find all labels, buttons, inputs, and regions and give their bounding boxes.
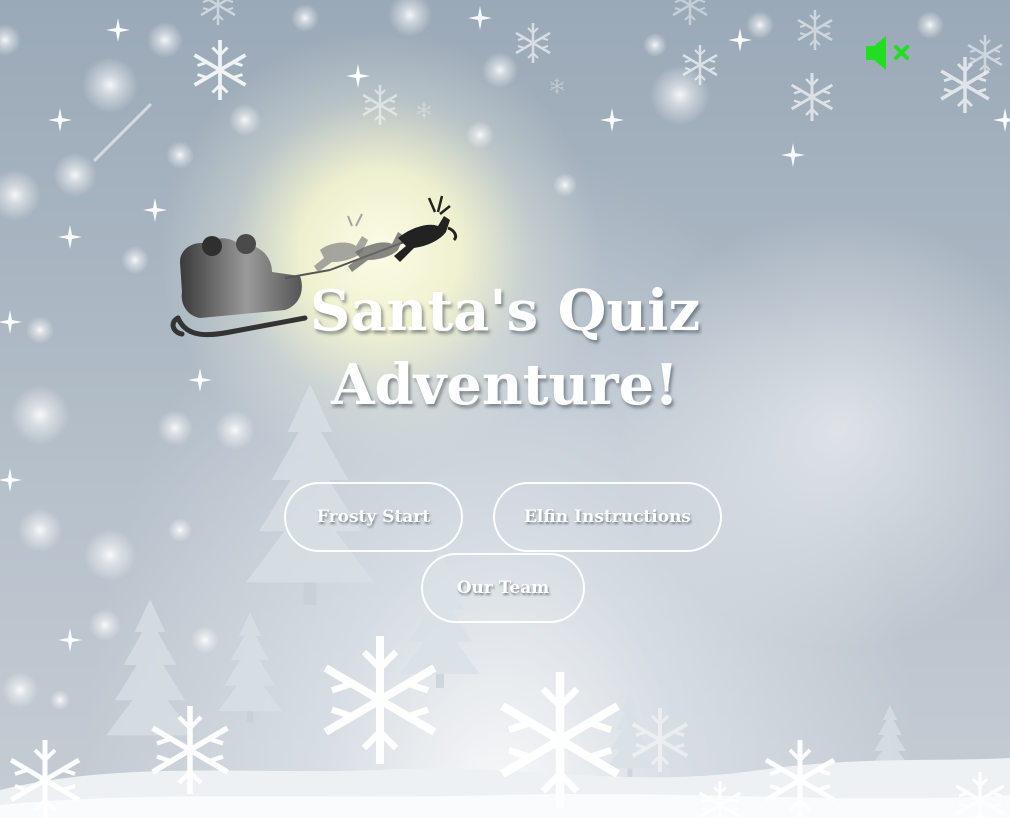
frosty-start-label: Frosty Start [316, 507, 431, 527]
mute-toggle-button[interactable] [862, 32, 914, 74]
frosty-start-button[interactable]: Frosty Start [284, 482, 463, 552]
game-title: Santa's Quiz Adventure! [260, 274, 750, 422]
our-team-button[interactable]: Our Team [421, 553, 585, 623]
game-title-line1: Santa's Quiz [309, 278, 701, 344]
elfin-instructions-button[interactable]: Elfin Instructions [493, 482, 722, 552]
elfin-instructions-label: Elfin Instructions [523, 507, 692, 527]
speaker-muted-icon [866, 36, 909, 70]
game-title-line2: Adventure! [331, 352, 679, 418]
our-team-label: Our Team [456, 578, 550, 598]
